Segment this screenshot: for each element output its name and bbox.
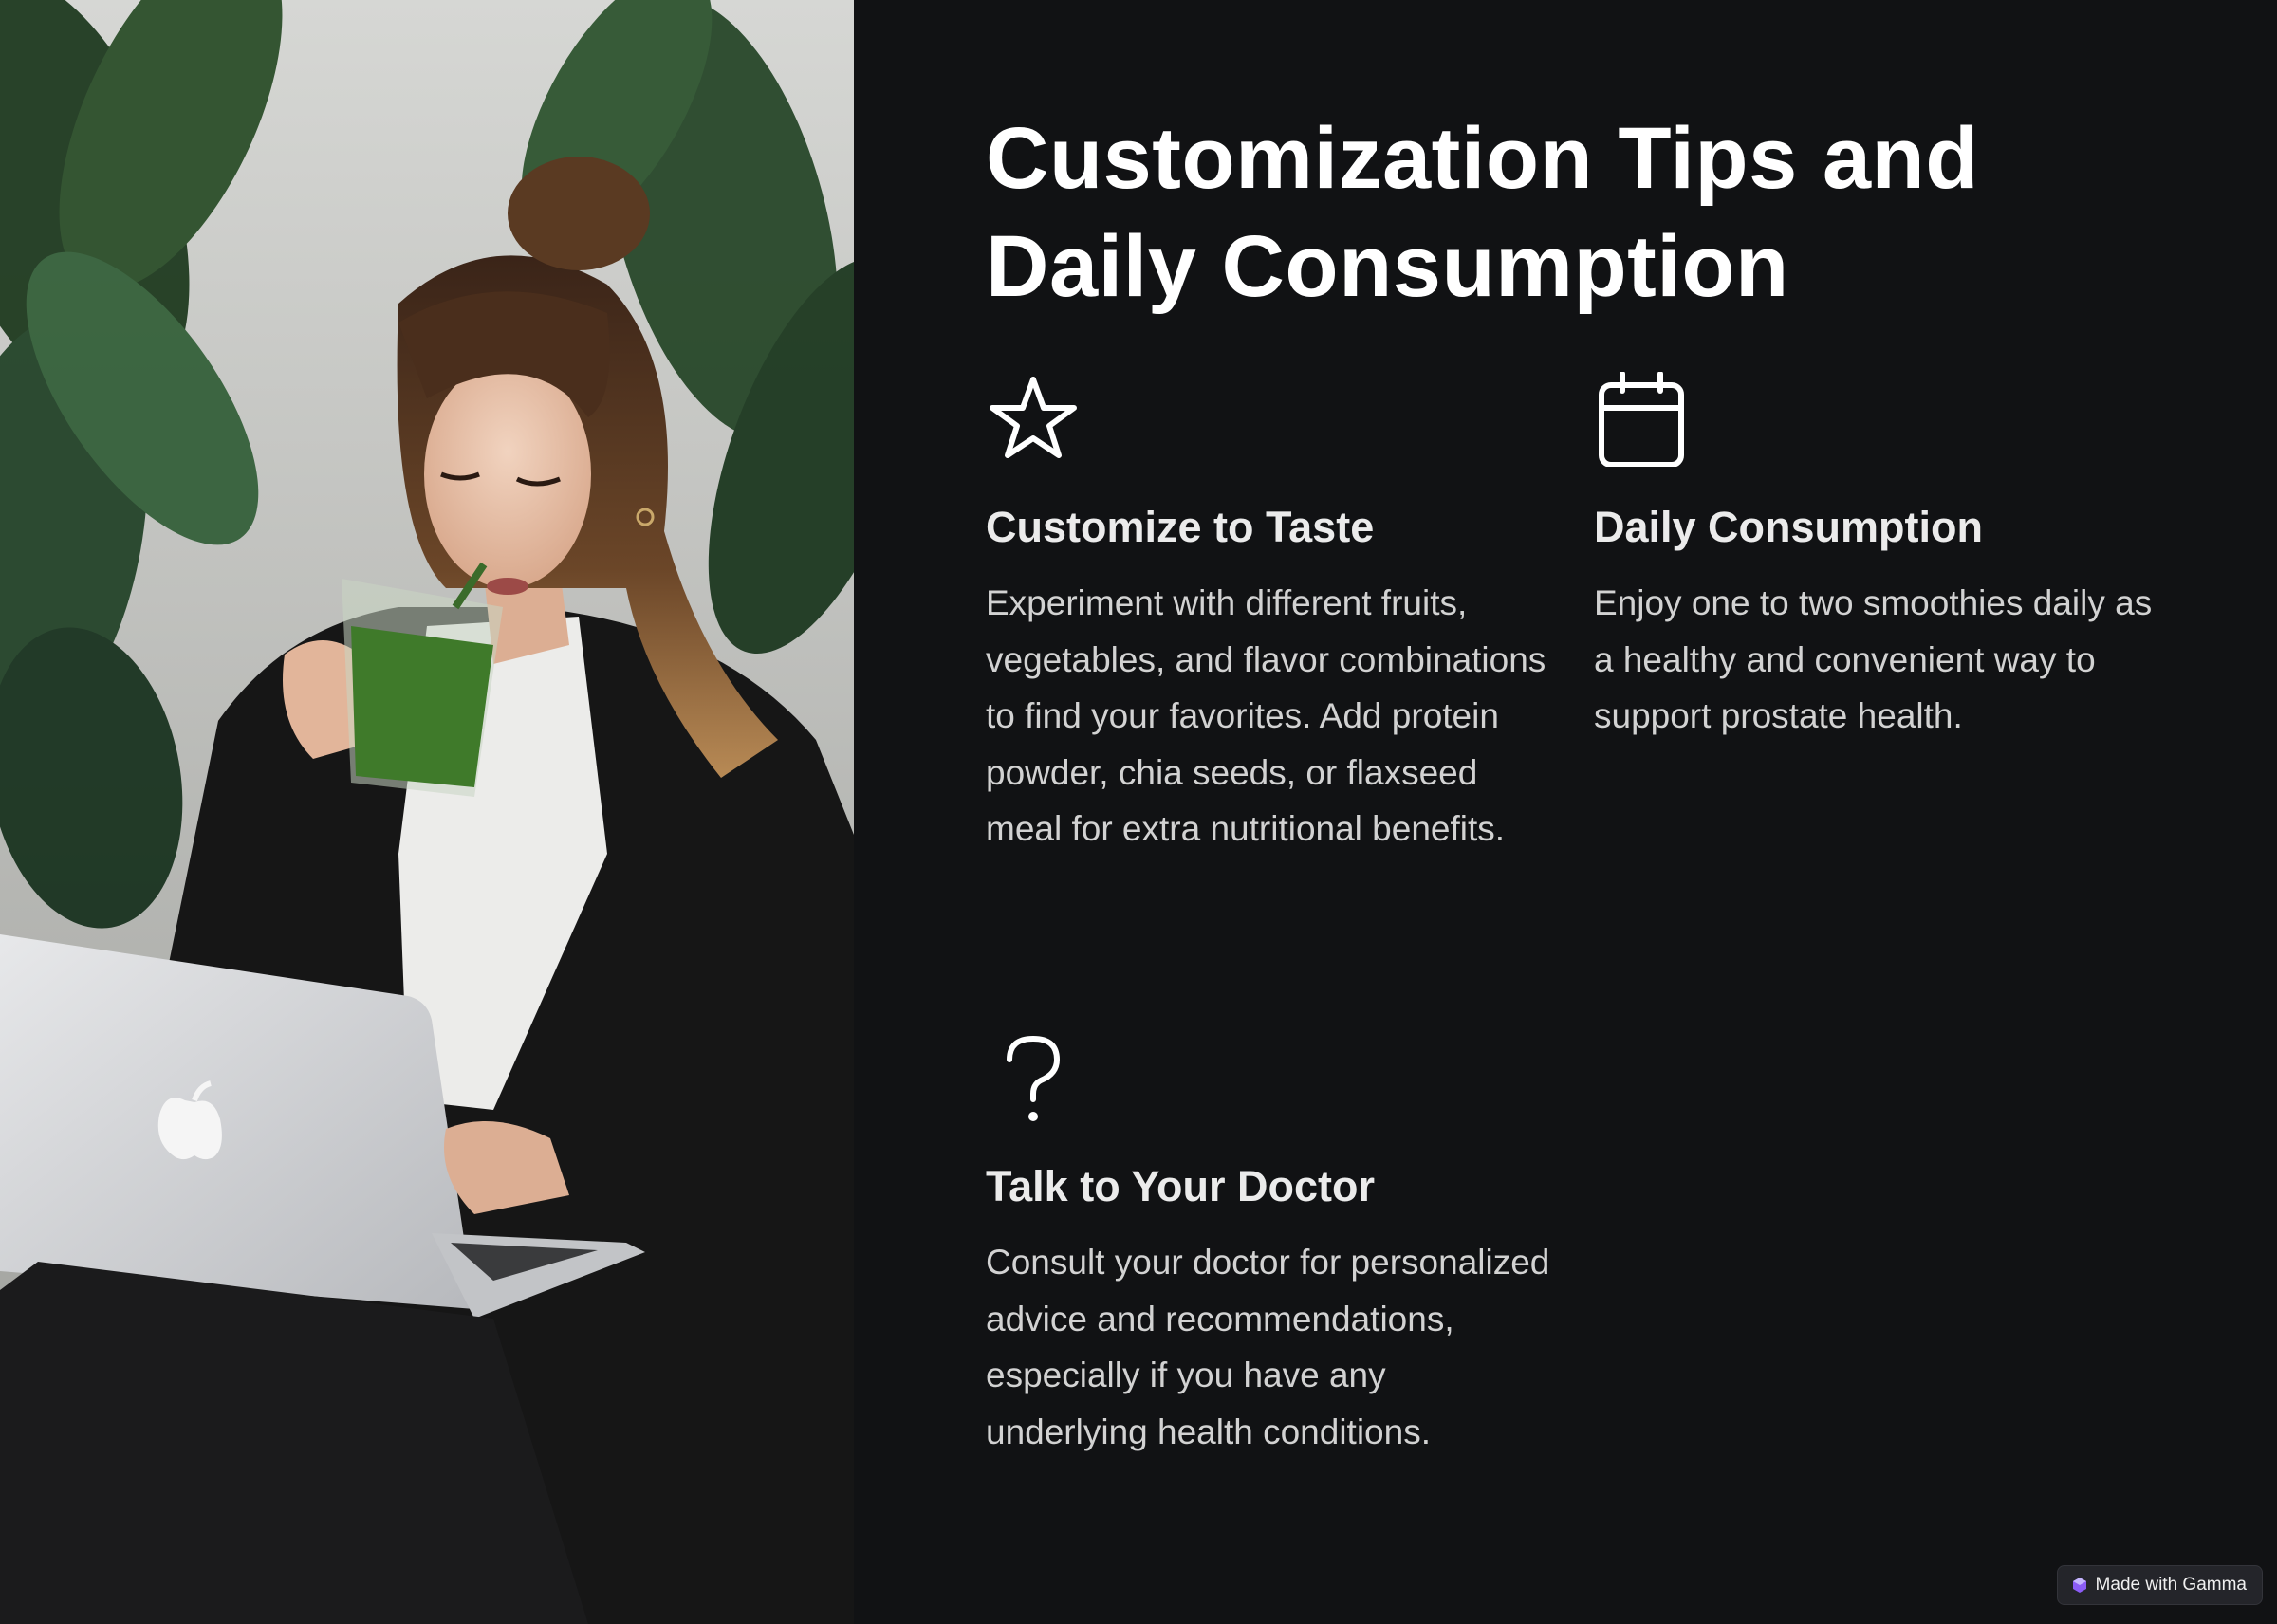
star-icon xyxy=(990,377,1077,458)
card-heading: Talk to Your Doctor xyxy=(986,1162,1376,1210)
tip-card-customize: Customize to Taste Experiment with diffe… xyxy=(986,372,1555,858)
card-body: Experiment with different fruits, vegeta… xyxy=(986,583,1546,848)
card-body: Consult your doctor for personalized adv… xyxy=(986,1243,1550,1451)
hero-photo xyxy=(0,0,854,1624)
gamma-logo-icon xyxy=(2072,1578,2086,1593)
card-body: Enjoy one to two smoothies daily as a he… xyxy=(1594,583,2153,735)
card-heading: Customize to Taste xyxy=(986,503,1375,551)
woman-drinking-smoothie-image xyxy=(0,0,854,1624)
tip-card-daily-consumption: Daily Consumption Enjoy one to two smoot… xyxy=(1594,372,2163,745)
made-with-gamma-badge[interactable]: Made with Gamma xyxy=(2056,1565,2263,1605)
badge-label: Made with Gamma xyxy=(2095,1575,2247,1595)
content-panel: Customization Tips and Daily Consumption… xyxy=(854,0,2277,1624)
question-mark-icon xyxy=(1007,1035,1061,1121)
page-title: Customization Tips and Daily Consumption xyxy=(986,110,1979,315)
tip-card-talk-to-doctor: Talk to Your Doctor Consult your doctor … xyxy=(986,1031,1555,1460)
calendar-icon xyxy=(1599,372,1684,467)
card-heading: Daily Consumption xyxy=(1594,503,1984,551)
